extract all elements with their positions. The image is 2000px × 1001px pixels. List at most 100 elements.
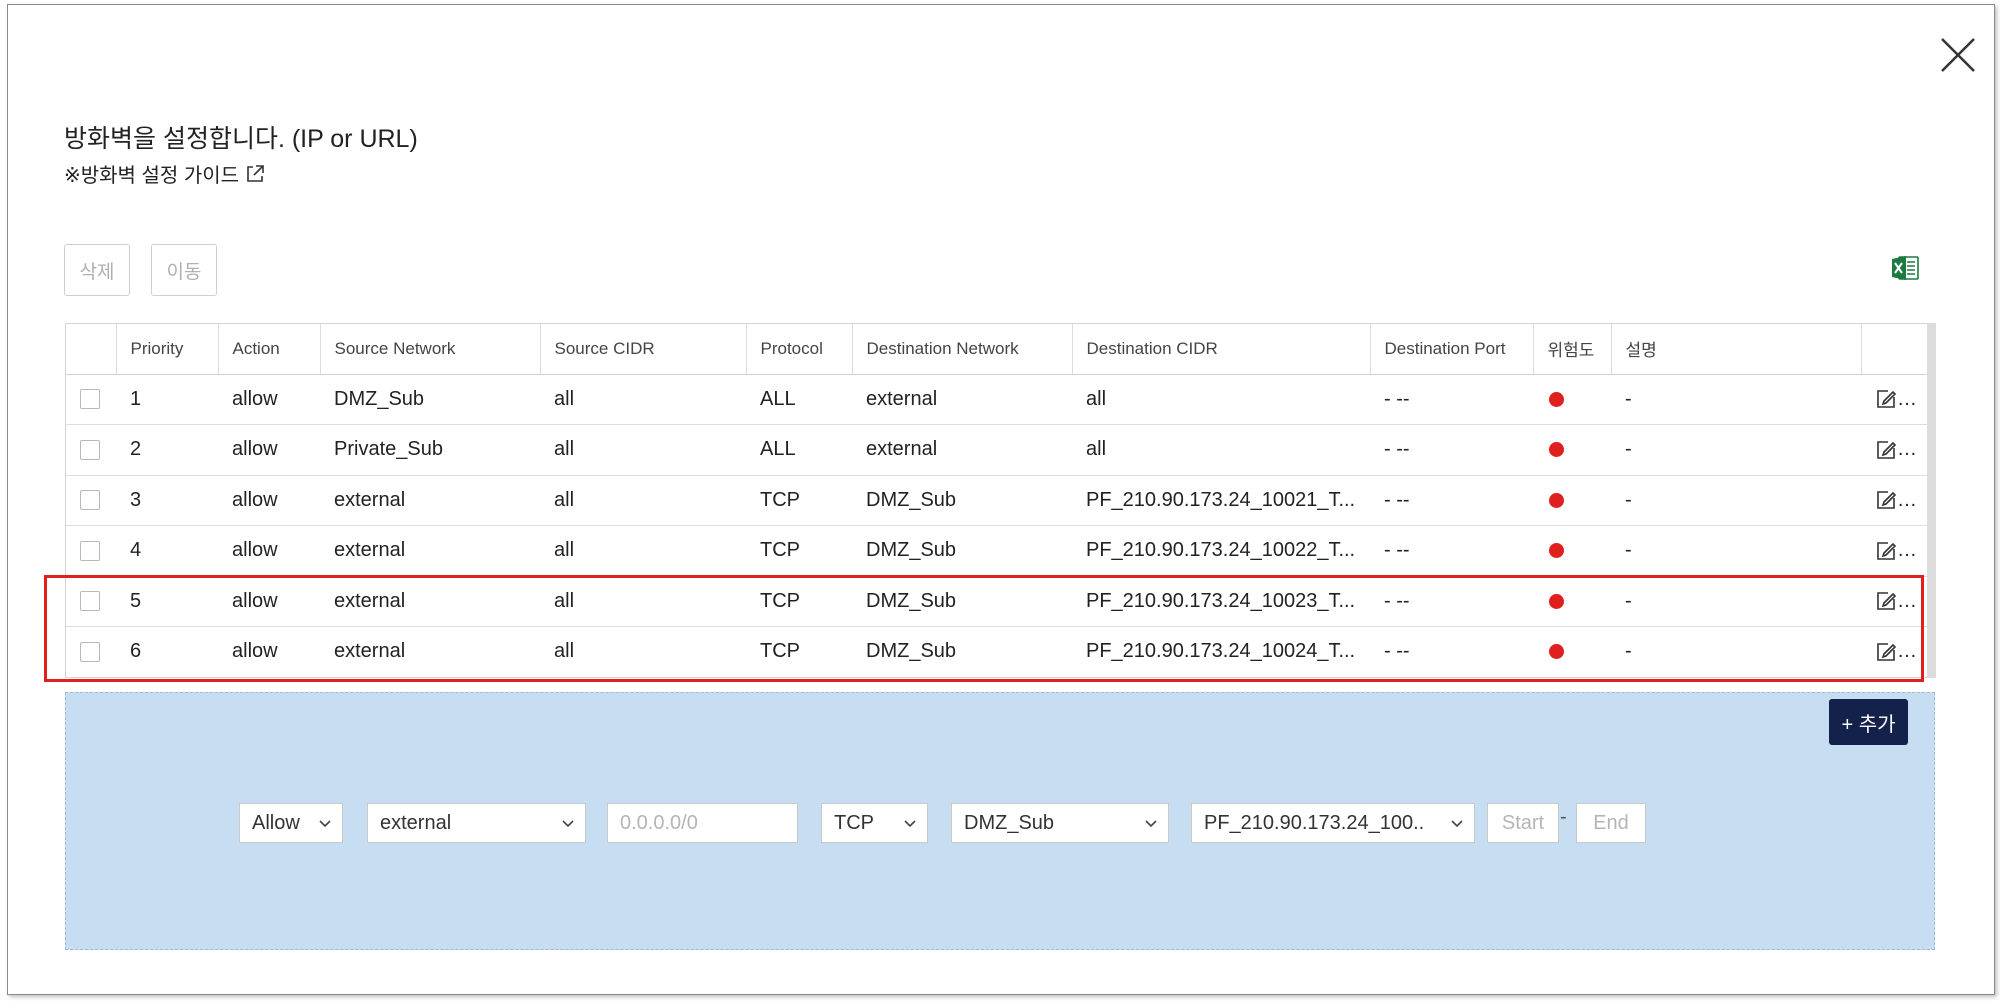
header-edit [1861, 324, 1927, 375]
risk-indicator [1549, 492, 1564, 508]
cell-destination-port: - -- [1384, 488, 1410, 511]
source-network-select[interactable]: external [367, 803, 586, 843]
row-checkbox[interactable] [80, 439, 100, 460]
cell-destination-port: - -- [1384, 387, 1410, 410]
move-button[interactable]: 이동 [151, 244, 217, 296]
table-row: 3 allow external all TCP DMZ_Sub PF_210.… [66, 475, 1927, 526]
dialog-title: 방화벽을 설정합니다. (IP or URL) [64, 125, 418, 153]
cell-destination-port: - -- [1384, 640, 1410, 663]
cell-protocol: ALL [760, 438, 796, 461]
cell-source-network: external [334, 640, 406, 663]
chevron-down-icon [1451, 820, 1463, 828]
firewall-rules-table: Priority Action Source Network Source CI… [65, 323, 1928, 678]
chevron-down-icon [1145, 820, 1157, 828]
cell-source-cidr: all [554, 539, 575, 562]
edit-icon[interactable] [1875, 641, 1897, 663]
risk-indicator [1549, 593, 1564, 609]
cell-protocol: TCP [760, 640, 800, 663]
risk-indicator [1549, 644, 1564, 660]
table-row: 6 allow external all TCP DMZ_Sub PF_210.… [66, 627, 1927, 677]
chevron-down-icon [562, 820, 574, 828]
risk-indicator [1549, 391, 1564, 407]
cell-action: allow [232, 438, 278, 461]
cell-destination-cidr: all [1086, 438, 1107, 461]
guide-link[interactable]: ※방화벽 설정 가이드 [64, 159, 265, 188]
end-port-input[interactable]: End [1576, 803, 1646, 843]
cell-source-cidr: all [554, 589, 575, 612]
destination-cidr-select[interactable]: PF_210.90.173.24_100.. [1191, 803, 1475, 843]
header-destination-network[interactable]: Destination Network [852, 324, 1073, 375]
edit-icon[interactable] [1875, 388, 1897, 410]
close-icon[interactable] [1936, 33, 1980, 77]
row-checkbox[interactable] [80, 641, 100, 662]
port-range-separator: - [1560, 806, 1567, 828]
action-select-value: Allow [252, 811, 300, 834]
cell-action: allow [232, 387, 278, 410]
edit-icon[interactable] [1875, 439, 1897, 461]
header-checkbox [66, 324, 117, 375]
cell-description: - [1625, 488, 1632, 511]
header-protocol[interactable]: Protocol [746, 324, 853, 375]
cell-destination-network: DMZ_Sub [866, 539, 957, 562]
cell-source-cidr: all [554, 488, 575, 511]
table-row: 2 allow Private_Sub all ALL external all… [66, 425, 1927, 475]
destination-network-select-value: DMZ_Sub [964, 811, 1055, 834]
cell-destination-cidr: all [1086, 387, 1107, 410]
cell-destination-network: external [866, 438, 938, 461]
guide-link-label: ※방화벽 설정 가이드 [64, 165, 240, 187]
cell-priority: 3 [130, 488, 142, 511]
edit-icon[interactable] [1875, 590, 1897, 612]
row-checkbox[interactable] [80, 389, 100, 410]
destination-cidr-select-value: PF_210.90.173.24_100.. [1204, 811, 1425, 834]
cell-destination-cidr: PF_210.90.173.24_10021_T... [1086, 488, 1356, 511]
cell-source-network: Private_Sub [334, 438, 443, 461]
cell-source-network: DMZ_Sub [334, 387, 425, 410]
cell-destination-network: DMZ_Sub [866, 488, 957, 511]
header-destination-cidr[interactable]: Destination CIDR [1072, 324, 1371, 375]
cell-priority: 6 [130, 640, 142, 663]
risk-indicator [1549, 442, 1564, 458]
header-source-cidr[interactable]: Source CIDR [540, 324, 747, 375]
header-destination-port[interactable]: Destination Port [1370, 324, 1534, 375]
cell-priority: 4 [130, 539, 142, 562]
external-link-icon [247, 164, 264, 182]
row-checkbox[interactable] [80, 591, 100, 612]
cell-destination-cidr: PF_210.90.173.24_10023_T... [1086, 589, 1356, 612]
add-rule-button[interactable]: + 추가 [1829, 699, 1908, 745]
header-description[interactable]: 설명 [1611, 324, 1862, 375]
header-action[interactable]: Action [218, 324, 321, 375]
row-checkbox[interactable] [80, 490, 100, 511]
table-row: 5 allow external all TCP DMZ_Sub PF_210.… [66, 576, 1927, 627]
delete-button[interactable]: 삭제 [64, 244, 130, 296]
cell-source-cidr: all [554, 640, 575, 663]
start-port-input[interactable]: Start [1487, 803, 1559, 843]
cell-source-network: external [334, 589, 406, 612]
cell-source-network: external [334, 539, 406, 562]
header-priority[interactable]: Priority [116, 324, 219, 375]
protocol-select[interactable]: TCP [821, 803, 928, 843]
action-select[interactable]: Allow [239, 803, 343, 843]
source-cidr-input[interactable]: 0.0.0.0/0 [607, 803, 798, 843]
cell-destination-port: - -- [1384, 589, 1410, 612]
chevron-down-icon [904, 820, 916, 828]
cell-priority: 2 [130, 438, 142, 461]
table-row: 1 allow DMZ_Sub all ALL external all - -… [66, 374, 1927, 425]
edit-icon[interactable] [1875, 489, 1897, 511]
edit-icon[interactable] [1875, 540, 1897, 562]
header-source-network[interactable]: Source Network [320, 324, 541, 375]
cell-source-cidr: all [554, 387, 575, 410]
cell-action: allow [232, 539, 278, 562]
cell-protocol: TCP [760, 488, 800, 511]
cell-description: - [1625, 640, 1632, 663]
cell-action: allow [232, 640, 278, 663]
table-row: 4 allow external all TCP DMZ_Sub PF_210.… [66, 526, 1927, 576]
row-checkbox[interactable] [80, 540, 100, 561]
destination-network-select[interactable]: DMZ_Sub [951, 803, 1169, 843]
cell-protocol: TCP [760, 589, 800, 612]
header-risk[interactable]: 위험도 [1533, 324, 1612, 375]
cell-protocol: TCP [760, 539, 800, 562]
table-scrollbar[interactable] [1927, 323, 1936, 678]
cell-destination-network: DMZ_Sub [866, 640, 957, 663]
cell-description: - [1625, 539, 1632, 562]
excel-export-icon[interactable] [1890, 253, 1920, 283]
